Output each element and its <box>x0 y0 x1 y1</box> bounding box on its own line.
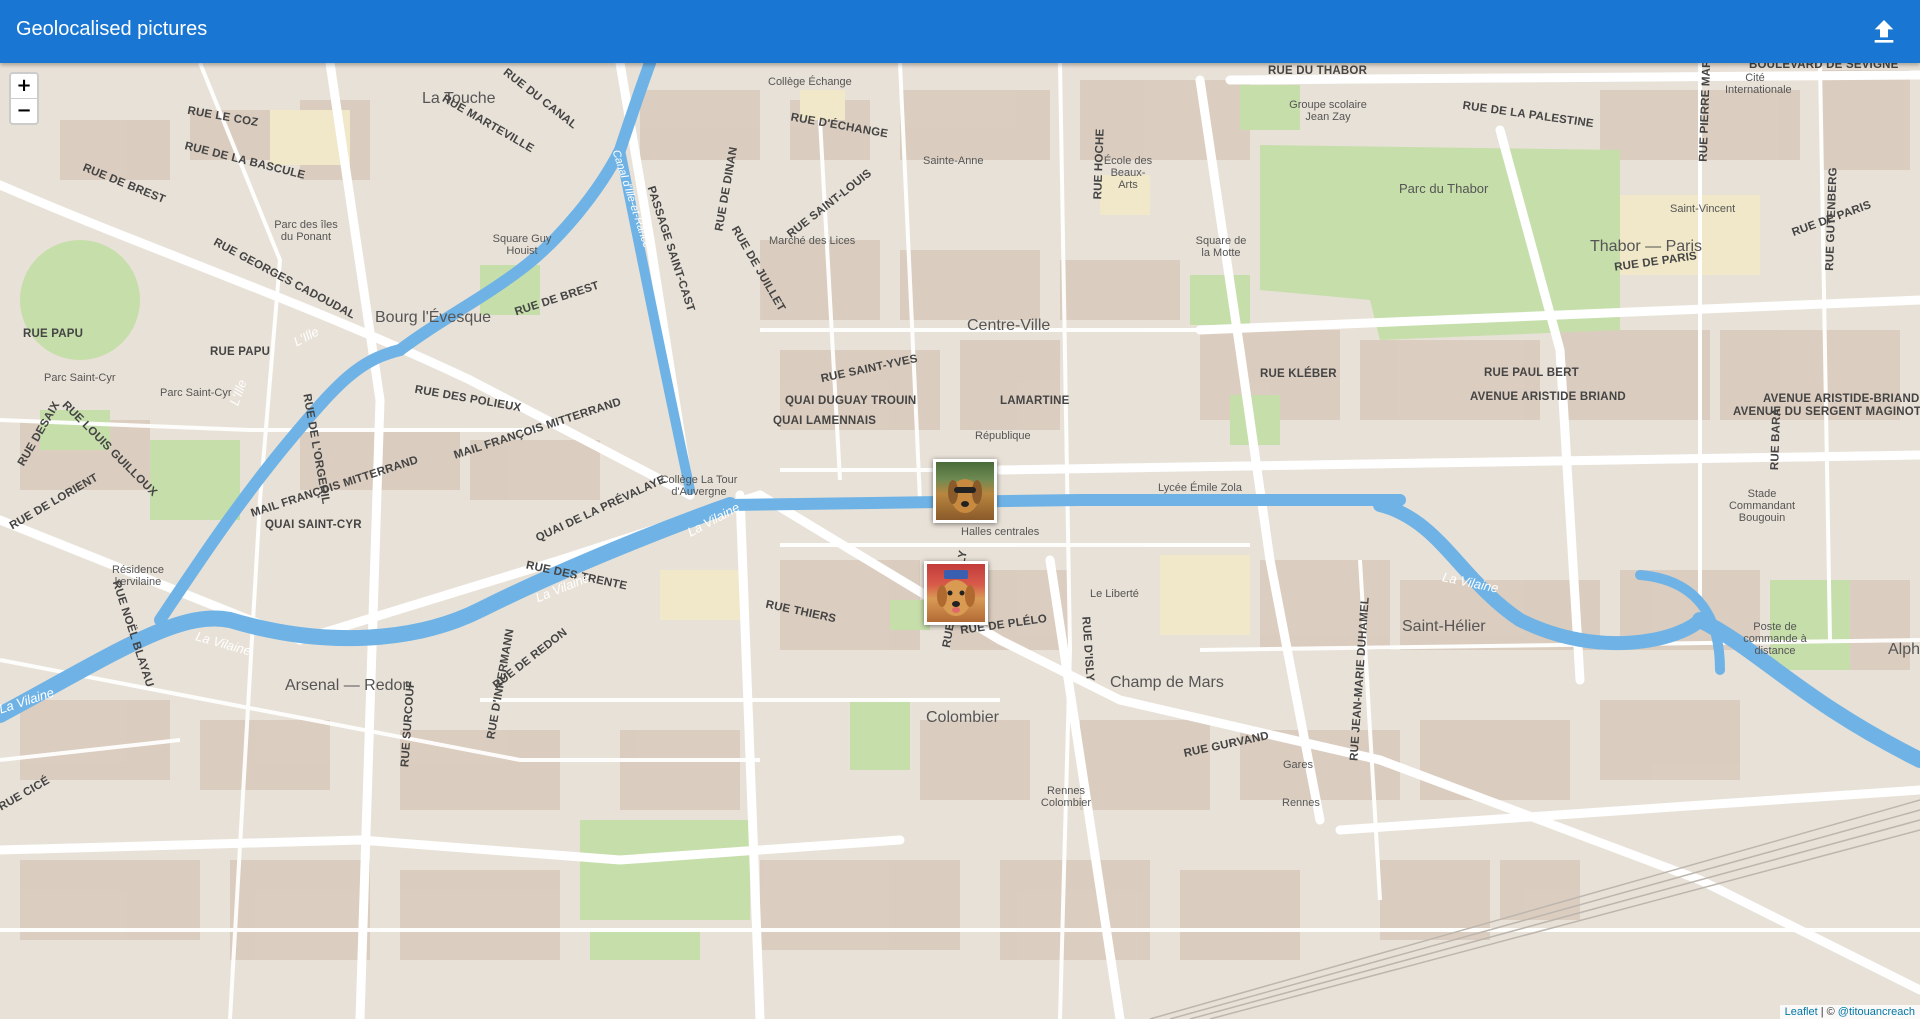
poi-label: Collège La Tour d'Auvergne <box>660 474 738 498</box>
street-label: RUE KLÉBER <box>1260 368 1337 380</box>
zoom-in-button[interactable]: + <box>11 74 37 98</box>
district-label: Bourg l'Évesque <box>375 309 492 326</box>
poi-label: Sainte-Anne <box>923 155 984 167</box>
app-title: Geolocalised pictures <box>16 18 208 40</box>
poi-label: Parc des îles du Ponant <box>274 219 338 243</box>
poi-label: Marché des Lices <box>769 235 856 247</box>
poi-label: Rennes <box>1282 797 1320 809</box>
district-label: Arsenal — Redon <box>285 677 412 694</box>
district-label: Saint-Hélier <box>1402 618 1486 635</box>
street-label: QUAI DUGUAY TROUIN <box>785 395 917 407</box>
poi-label: Le Liberté <box>1090 588 1139 600</box>
street-label: BOULEVARD DE SÉVIGNÉ <box>1749 63 1899 71</box>
poi-label: Collège Échange <box>768 76 852 88</box>
author-link[interactable]: @titouancreach <box>1838 1006 1915 1018</box>
street-label: RUE PAPU <box>210 346 271 358</box>
dog-photo-marker-2[interactable] <box>924 561 988 625</box>
poi-label: Stade Commandant Bougouin <box>1728 488 1796 524</box>
upload-icon[interactable] <box>1868 16 1900 48</box>
street-label: QUAI LAMENNAIS <box>773 415 877 427</box>
poi-label: Groupe scolaire Jean Zay <box>1289 99 1367 123</box>
poi-label: Lycée Émile Zola <box>1158 482 1242 494</box>
zoom-out-button[interactable]: − <box>11 98 37 123</box>
poi-label: Square de la Motte <box>1195 235 1247 259</box>
street-label: RUE DU THABOR <box>1268 65 1368 77</box>
poi-label: Parc du Thabor <box>1399 181 1489 196</box>
poi-label: Parc Saint-Cyr <box>160 387 232 399</box>
app-bar: Geolocalised pictures <box>0 0 1920 63</box>
poi-label: Square Guy Houist <box>492 233 552 257</box>
poi-label: Parc Saint-Cyr <box>44 372 116 384</box>
street-label: AVENUE DU SERGENT MAGINOT <box>1733 406 1920 418</box>
street-label: RUE PAUL BERT <box>1484 367 1579 379</box>
dog-photo-marker-1[interactable] <box>933 459 997 523</box>
dog-photo-icon <box>937 570 975 616</box>
street-label: QUAI SAINT-CYR <box>265 519 362 531</box>
district-label: Centre-Ville <box>967 317 1051 334</box>
street-label: RUE BARA <box>1769 407 1784 471</box>
poi-label: Saint-Vincent <box>1670 203 1736 215</box>
poi-label: École des Beaux-Arts <box>1103 155 1153 191</box>
poi-label: Cité Internationale <box>1725 72 1792 96</box>
map-attribution: Leaflet | © @titouancreach <box>1779 1005 1920 1019</box>
poi-label: Halles centrales <box>961 526 1040 538</box>
map-tiles <box>0 63 1920 1019</box>
attribution-separator: | © <box>1817 1006 1838 1018</box>
poi-label: République <box>975 430 1031 442</box>
district-label: Colombier <box>926 709 999 726</box>
street-label: AVENUE ARISTIDE-BRIAND <box>1763 393 1920 405</box>
dog-photo-icon <box>948 479 982 513</box>
street-label: AVENUE ARISTIDE BRIAND <box>1470 391 1626 403</box>
poi-label: Gares <box>1283 759 1313 771</box>
street-label: RUE HOCHE <box>1092 128 1107 200</box>
leaflet-link[interactable]: Leaflet <box>1785 1006 1818 1018</box>
poi-label: Rennes Colombier <box>1040 785 1092 809</box>
map-view[interactable]: La Touche Bourg l'Évesque Centre-Ville T… <box>0 63 1920 1019</box>
zoom-control: + − <box>9 72 39 125</box>
district-label: Champ de Mars <box>1110 674 1224 691</box>
poi-label: Poste de commande à distance <box>1743 621 1807 657</box>
district-label: Alph <box>1888 641 1920 658</box>
street-label: RUE PAPU <box>23 328 84 340</box>
street-label: LAMARTINE <box>1000 395 1070 407</box>
